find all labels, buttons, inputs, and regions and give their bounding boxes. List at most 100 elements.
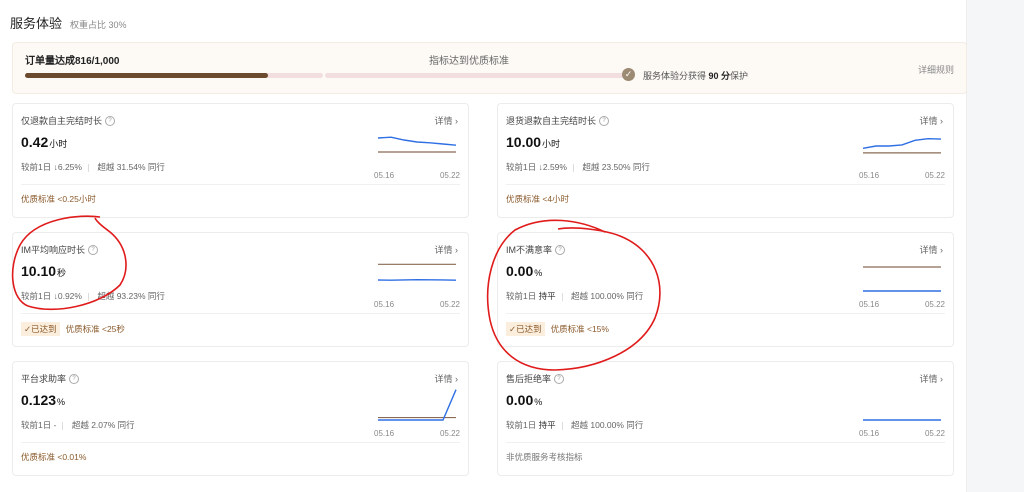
metric-value: 0.00% (506, 263, 543, 279)
order-progress-bar (25, 73, 323, 78)
info-icon[interactable]: ? (69, 373, 80, 384)
sparkline-end-date: 05.22 (439, 171, 460, 180)
order-progress-fill (25, 73, 269, 78)
metric-unit: % (534, 397, 543, 407)
beat-peers: 超越 100.00% 同行 (571, 291, 644, 301)
trend-line (862, 137, 942, 149)
metric-unit: 小时 (542, 139, 561, 149)
metric-stats: 较前1日 ↓0.92% 超越 93.23% 同行 (21, 290, 165, 302)
quality-standard: 优质标准 <0.01% (21, 451, 86, 463)
standard-text: 优质标准 <0.25小时 (21, 194, 96, 204)
sparkline-start-date: 05.16 (859, 300, 880, 309)
standard-progress-bar (325, 73, 625, 78)
quality-standard: 优质标准 <4小时 (506, 193, 569, 205)
sparkline-end-date: 05.22 (439, 429, 460, 438)
shield-check-icon: ✓ (622, 68, 635, 81)
card-divider (506, 313, 945, 314)
sparkline-chart (377, 136, 457, 153)
section-weight: 权重占比 30% (70, 20, 127, 30)
sparkline-end-date: 05.22 (924, 429, 945, 438)
quality-standard: ✓已达到 优质标准 <15% (506, 322, 609, 336)
quality-standard: 非优质服务考核指标 (506, 451, 583, 463)
quality-standard: ✓已达到 优质标准 <25秒 (21, 322, 125, 336)
sparkline: 05.16 05.22 (859, 253, 945, 309)
sparkline: 05.16 05.22 (374, 253, 460, 309)
info-icon[interactable]: ? (555, 244, 565, 255)
sparkline: 05.16 05.22 (374, 382, 460, 438)
metric-card: 退货退款自主完结时长 ? 详情 › 10.00小时 较前1日 ↓2.59% 超越… (497, 103, 954, 218)
metric-stats: 较前1日 - 超越 2.07% 同行 (21, 419, 135, 431)
compare-value: 持平 (538, 420, 556, 430)
compare-value: - (53, 420, 57, 430)
metric-value: 10.10秒 (21, 263, 67, 279)
trend-line (378, 389, 457, 421)
compare-label: 较前1日 (21, 162, 52, 172)
achieved-badge: ✓已达到 (21, 322, 60, 336)
card-divider (21, 442, 460, 443)
metric-value: 0.00% (506, 392, 543, 408)
sparkline-start-date: 05.16 (859, 429, 880, 438)
trend-line (377, 278, 457, 281)
order-progress-card: 订单量达成816/1,000 指标达到优质标准 ✓ 服务体验分获得 90 分保护… (12, 42, 967, 94)
compare-value: 持平 (538, 291, 556, 301)
sparkline: 05.16 05.22 (859, 382, 945, 438)
beat-peers: 超越 2.07% 同行 (71, 420, 135, 430)
metric-title: IM平均响应时长 ? (21, 243, 98, 256)
beat-peers: 超越 100.00% 同行 (571, 420, 644, 430)
metric-title-text: 平台求助率 (21, 374, 67, 384)
metric-card: IM不满意率 ? 详情 › 0.00% 较前1日 持平 超越 100.00% 同… (497, 232, 954, 347)
sparkline-start-date: 05.16 (374, 171, 395, 180)
sparkline-end-date: 05.22 (924, 300, 945, 309)
section-title: 服务体验 (10, 16, 63, 31)
sparkline-end-date: 05.22 (439, 300, 460, 309)
sparkline-start-date: 05.16 (374, 429, 395, 438)
metric-card: 平台求助率 ? 详情 › 0.123% 较前1日 - 超越 2.07% 同行 优… (12, 361, 469, 476)
detail-rules-link[interactable]: 详细规则 (918, 63, 954, 76)
standard-text: 优质标准 <25秒 (65, 324, 125, 334)
standard-text: 优质标准 <4小时 (506, 194, 570, 204)
metric-value: 10.00小时 (506, 134, 561, 150)
metric-value: 0.42小时 (21, 134, 68, 150)
metric-title: 仅退款自主完结时长 ? (21, 114, 116, 127)
standard-reached-label: 指标达到优质标准 (429, 56, 509, 67)
compare-label: 较前1日 (506, 420, 537, 430)
quality-standard: 优质标准 <0.25小时 (21, 193, 96, 205)
sparkline: 05.16 05.22 (859, 124, 945, 180)
metric-stats: 较前1日 持平 超越 100.00% 同行 (506, 419, 643, 431)
beat-peers: 超越 93.23% 同行 (97, 291, 165, 301)
metric-title: IM不满意率 ? (506, 243, 565, 256)
metric-stats: 较前1日 ↓2.59% 超越 23.50% 同行 (506, 161, 650, 173)
metric-title-text: 仅退款自主完结时长 (21, 116, 103, 126)
service-experience-panel: 服务体验 权重占比 30% 订单量达成816/1,000 指标达到优质标准 ✓ … (0, 0, 967, 492)
standard-text: 优质标准 <15% (550, 324, 609, 334)
metric-title: 退货退款自主完结时长 ? (506, 114, 610, 127)
sparkline-chart (377, 263, 457, 281)
sparkline-chart (862, 137, 942, 154)
card-divider (506, 442, 945, 443)
compare-value: 0.92% (57, 291, 82, 301)
metric-unit: % (57, 397, 66, 407)
metric-unit: % (534, 268, 543, 278)
metric-title-text: 售后拒绝率 (506, 374, 552, 384)
compare-label: 较前1日 (506, 162, 537, 172)
info-icon[interactable]: ? (105, 115, 116, 126)
metric-card: IM平均响应时长 ? 详情 › 10.10秒 较前1日 ↓0.92% 超越 93… (12, 232, 469, 347)
right-gutter (967, 0, 1024, 492)
card-divider (21, 313, 460, 314)
metric-title-text: IM不满意率 (506, 245, 552, 255)
card-divider (21, 184, 460, 185)
metric-unit: 小时 (49, 139, 68, 149)
info-icon[interactable]: ? (88, 244, 98, 255)
sparkline-start-date: 05.16 (859, 171, 880, 180)
compare-value: 2.59% (542, 162, 567, 172)
info-icon[interactable]: ? (554, 373, 565, 384)
standard-text: 优质标准 <0.01% (21, 452, 87, 462)
info-icon[interactable]: ? (599, 115, 610, 126)
sparkline-chart (863, 419, 941, 421)
metric-title: 平台求助率 ? (21, 372, 80, 385)
beat-peers: 超越 31.54% 同行 (97, 162, 165, 172)
metric-card: 售后拒绝率 ? 详情 › 0.00% 较前1日 持平 超越 100.00% 同行… (497, 361, 954, 476)
metric-card: 仅退款自主完结时长 ? 详情 › 0.42小时 较前1日 ↓6.25% 超越 3… (12, 103, 469, 218)
metric-title: 售后拒绝率 ? (506, 372, 565, 385)
metric-stats: 较前1日 持平 超越 100.00% 同行 (506, 290, 643, 302)
